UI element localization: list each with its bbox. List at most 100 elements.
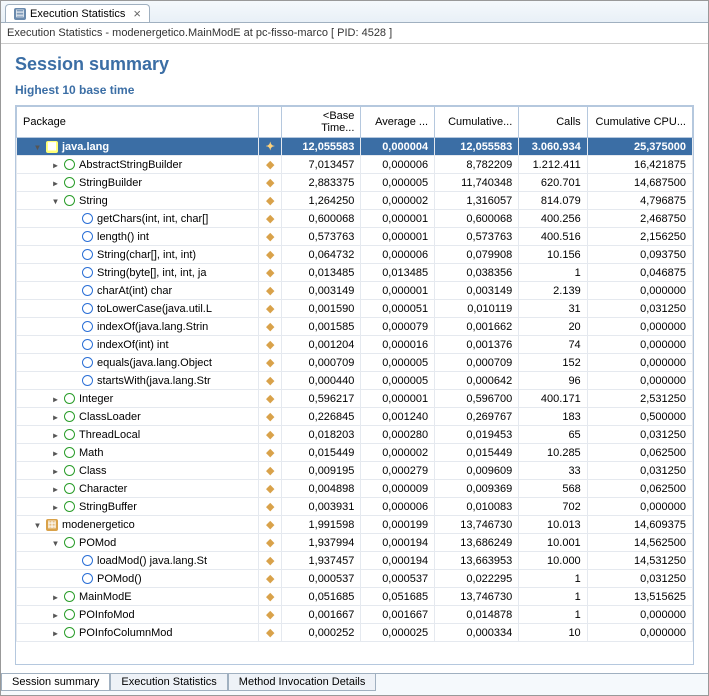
cell-basetime: 0,600068 xyxy=(282,210,361,228)
cell-calls: 814.079 xyxy=(519,192,587,210)
cell-calls: 568 xyxy=(519,480,587,498)
table-row[interactable]: ▸POInfoColumnMod◆0,0002520,0000250,00033… xyxy=(17,624,693,642)
table-row[interactable]: toLowerCase(java.util.L◆0,0015900,000051… xyxy=(17,300,693,318)
cell-calls: 31 xyxy=(519,300,587,318)
twistie-icon[interactable]: ▸ xyxy=(51,628,60,637)
cell-cumulative: 0,010083 xyxy=(435,498,519,516)
cell-cumulative: 13,746730 xyxy=(435,588,519,606)
twistie-icon[interactable]: ▸ xyxy=(51,610,60,619)
table-row[interactable]: indexOf(java.lang.Strin◆0,0015850,000079… xyxy=(17,318,693,336)
row-label: POInfoMod xyxy=(79,609,135,621)
twistie-icon[interactable]: ▸ xyxy=(51,448,60,457)
cell-calls: 10.001 xyxy=(519,534,587,552)
cell-package: ▸Character xyxy=(17,480,259,498)
marker-icon: ◆ xyxy=(259,282,282,300)
class-icon xyxy=(64,177,75,188)
marker-icon: ◆ xyxy=(259,372,282,390)
tab-execution-statistics[interactable]: ▤ Execution Statistics × xyxy=(5,4,150,22)
table-row[interactable]: ▸Math◆0,0154490,0000020,01544910.2850,06… xyxy=(17,444,693,462)
cell-package: startsWith(java.lang.Str xyxy=(17,372,259,390)
cell-cpu: 0,031250 xyxy=(587,426,692,444)
col-marker[interactable] xyxy=(259,107,282,138)
twistie-icon[interactable]: ▾ xyxy=(33,520,42,529)
marker-icon: ◆ xyxy=(259,174,282,192)
twistie-icon[interactable]: ▸ xyxy=(51,160,60,169)
table-row[interactable]: indexOf(int) int◆0,0012040,0000160,00137… xyxy=(17,336,693,354)
col-cpu[interactable]: Cumulative CPU... xyxy=(587,107,692,138)
col-calls[interactable]: Calls xyxy=(519,107,587,138)
table-row[interactable]: loadMod() java.lang.St◆1,9374570,0001941… xyxy=(17,552,693,570)
cell-cpu: 25,375000 xyxy=(587,138,692,156)
twistie-icon[interactable]: ▸ xyxy=(51,394,60,403)
table-row[interactable]: String(byte[], int, int, ja◆0,0134850,01… xyxy=(17,264,693,282)
btab-session-summary[interactable]: Session summary xyxy=(1,674,110,691)
table-row[interactable]: startsWith(java.lang.Str◆0,0004400,00000… xyxy=(17,372,693,390)
table-row[interactable]: ▸StringBuilder◆2,8833750,00000511,740348… xyxy=(17,174,693,192)
table-row[interactable]: ▸Class◆0,0091950,0002790,009609330,03125… xyxy=(17,462,693,480)
class-icon xyxy=(64,483,75,494)
marker-icon: ◆ xyxy=(259,552,282,570)
table-row[interactable]: ▸ThreadLocal◆0,0182030,0002800,019453650… xyxy=(17,426,693,444)
table-row[interactable]: ▸ClassLoader◆0,2268450,0012400,269767183… xyxy=(17,408,693,426)
cell-average: 0,000006 xyxy=(361,498,435,516)
col-cumulative[interactable]: Cumulative... xyxy=(435,107,519,138)
table-row[interactable]: equals(java.lang.Object◆0,0007090,000005… xyxy=(17,354,693,372)
cell-basetime: 0,000440 xyxy=(282,372,361,390)
table-row[interactable]: ▸Character◆0,0048980,0000090,0093695680,… xyxy=(17,480,693,498)
cell-basetime: 0,003931 xyxy=(282,498,361,516)
cell-cpu: 0,062500 xyxy=(587,444,692,462)
row-label: ThreadLocal xyxy=(79,429,140,441)
bottom-tab-bar: Session summary Execution Statistics Met… xyxy=(1,673,708,695)
table-row[interactable]: ▾POMod◆1,9379940,00019413,68624910.00114… xyxy=(17,534,693,552)
cell-average: 0,000194 xyxy=(361,552,435,570)
class-icon xyxy=(64,465,75,476)
twistie-icon[interactable]: ▸ xyxy=(51,592,60,601)
table-row[interactable]: POMod()◆0,0005370,0005370,02229510,03125… xyxy=(17,570,693,588)
twistie-icon[interactable]: ▾ xyxy=(51,538,60,547)
twistie-icon[interactable]: ▸ xyxy=(51,178,60,187)
cell-cpu: 0,046875 xyxy=(587,264,692,282)
twistie-icon[interactable]: ▸ xyxy=(51,412,60,421)
table-row[interactable]: ▸StringBuffer◆0,0039310,0000060,01008370… xyxy=(17,498,693,516)
cell-cumulative: 11,740348 xyxy=(435,174,519,192)
twistie-icon[interactable]: ▸ xyxy=(51,484,60,493)
twistie-icon[interactable]: ▸ xyxy=(51,502,60,511)
table-row[interactable]: charAt(int) char◆0,0031490,0000010,00314… xyxy=(17,282,693,300)
marker-icon: ◆ xyxy=(259,156,282,174)
table-row[interactable]: ▸POInfoMod◆0,0016670,0016670,01487810,00… xyxy=(17,606,693,624)
row-label: StringBuilder xyxy=(79,177,142,189)
table-row[interactable]: ▾▦java.lang✦12,0555830,00000412,0555833.… xyxy=(17,138,693,156)
cell-package: ▾▦modenergetico xyxy=(17,516,259,534)
cell-average: 0,000006 xyxy=(361,156,435,174)
cell-package: ▸ClassLoader xyxy=(17,408,259,426)
btab-method-invocation[interactable]: Method Invocation Details xyxy=(228,674,377,691)
class-icon xyxy=(64,159,75,170)
twistie-icon[interactable]: ▸ xyxy=(51,430,60,439)
table-body: ▾▦java.lang✦12,0555830,00000412,0555833.… xyxy=(17,138,693,642)
twistie-icon[interactable]: ▸ xyxy=(51,466,60,475)
table-row[interactable]: ▾▦modenergetico◆1,9915980,00019913,74673… xyxy=(17,516,693,534)
cell-calls: 702 xyxy=(519,498,587,516)
table-row[interactable]: ▸MainModE◆0,0516850,05168513,746730113,5… xyxy=(17,588,693,606)
table-row[interactable]: length() int◆0,5737630,0000010,573763400… xyxy=(17,228,693,246)
table-row[interactable]: String(char[], int, int)◆0,0647320,00000… xyxy=(17,246,693,264)
cell-cpu: 0,031250 xyxy=(587,300,692,318)
col-package[interactable]: Package xyxy=(17,107,259,138)
col-basetime[interactable]: <Base Time... xyxy=(282,107,361,138)
class-icon xyxy=(64,537,75,548)
cell-cumulative: 13,686249 xyxy=(435,534,519,552)
close-icon[interactable]: × xyxy=(133,7,141,20)
table-row[interactable]: ▾String◆1,2642500,0000021,316057814.0794… xyxy=(17,192,693,210)
twistie-icon[interactable]: ▾ xyxy=(33,142,42,151)
cell-cumulative: 0,000709 xyxy=(435,354,519,372)
stats-table-container[interactable]: Package <Base Time... Average ... Cumula… xyxy=(15,105,694,665)
cell-cumulative: 0,001662 xyxy=(435,318,519,336)
cell-calls: 74 xyxy=(519,336,587,354)
btab-execution-statistics[interactable]: Execution Statistics xyxy=(110,674,227,691)
table-row[interactable]: ▸AbstractStringBuilder◆7,0134570,0000068… xyxy=(17,156,693,174)
twistie-icon[interactable]: ▾ xyxy=(51,196,60,205)
cell-cpu: 14,687500 xyxy=(587,174,692,192)
col-average[interactable]: Average ... xyxy=(361,107,435,138)
table-row[interactable]: ▸Integer◆0,5962170,0000010,596700400.171… xyxy=(17,390,693,408)
table-row[interactable]: getChars(int, int, char[]◆0,6000680,0000… xyxy=(17,210,693,228)
